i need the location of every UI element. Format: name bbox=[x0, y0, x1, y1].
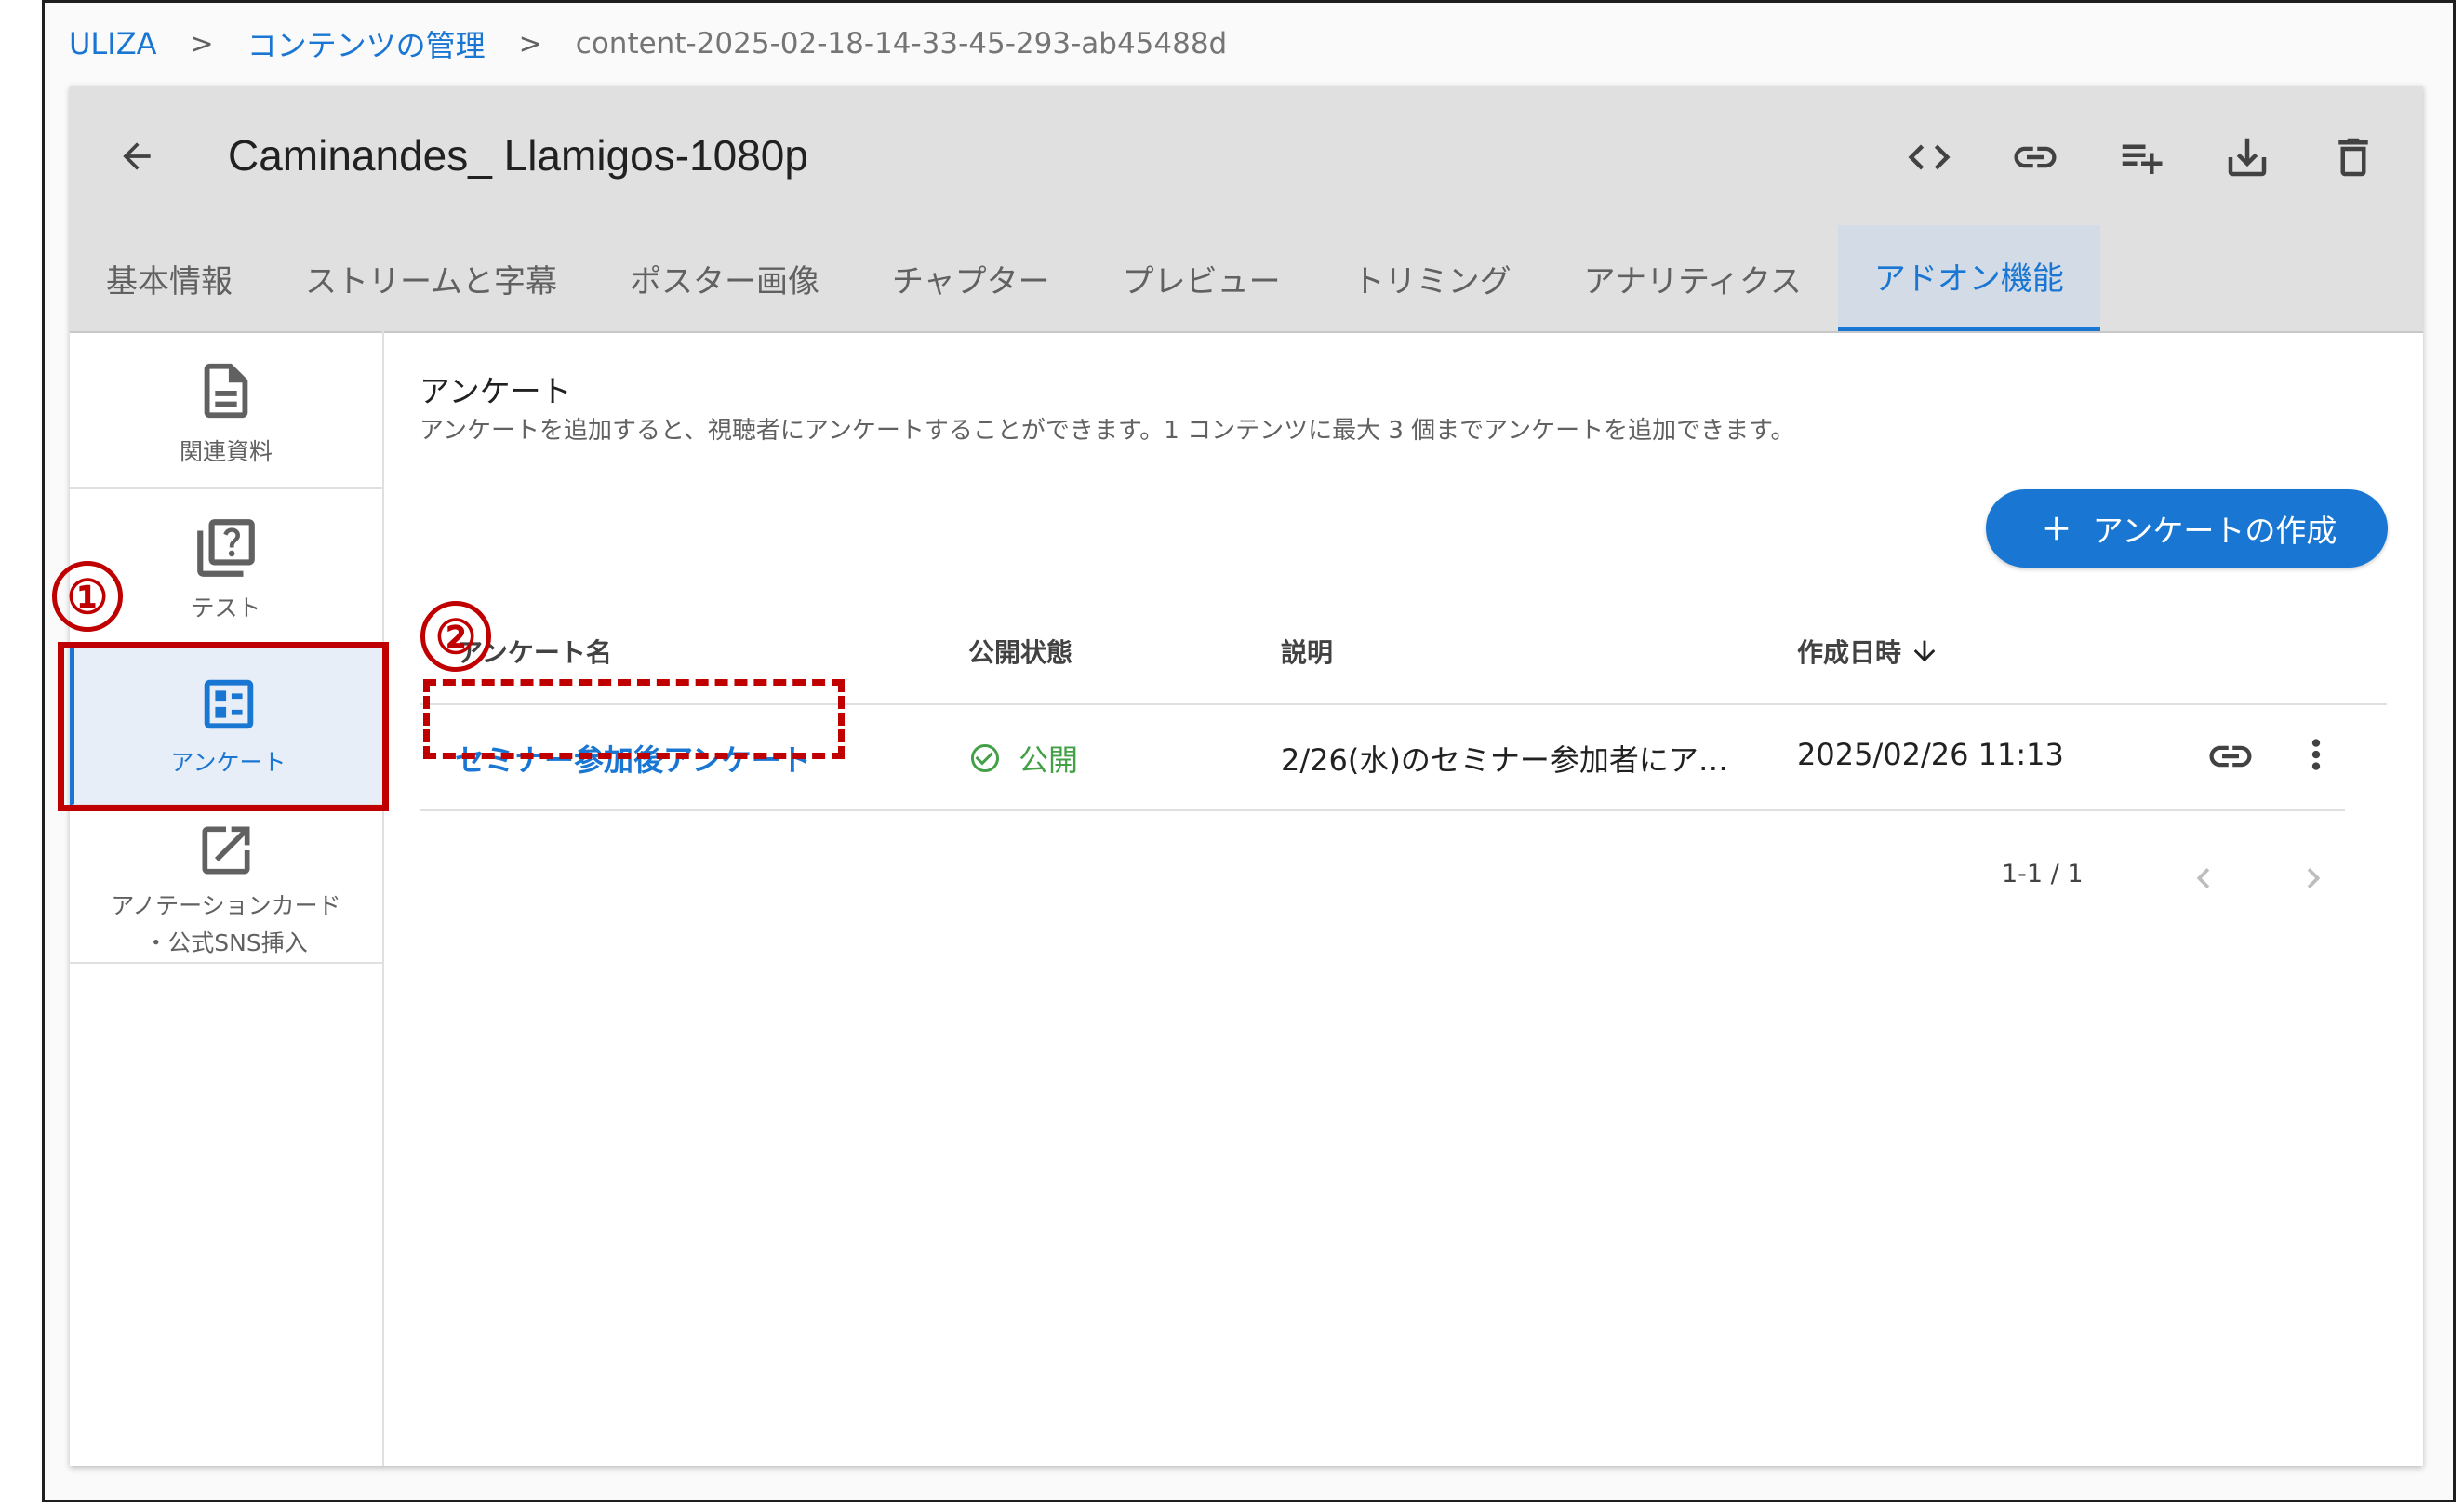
sidenav-item-label: 関連資料 bbox=[179, 438, 273, 465]
survey-status: 公開 bbox=[968, 737, 1078, 780]
breadcrumb-root-link[interactable]: ULIZA bbox=[69, 26, 157, 61]
quiz-icon bbox=[197, 519, 255, 577]
link-icon bbox=[2014, 146, 2057, 168]
breadcrumb: ULIZA > コンテンツの管理 > content-2025-02-18-14… bbox=[69, 20, 1227, 67]
tab-chapters[interactable]: チャプター bbox=[856, 225, 1086, 331]
breadcrumb-separator: > bbox=[190, 27, 214, 60]
check-circle-icon bbox=[971, 744, 999, 772]
download-button[interactable] bbox=[2215, 125, 2280, 190]
column-header-created[interactable]: 作成日時 bbox=[1797, 633, 1940, 670]
row-more-menu-button[interactable] bbox=[2293, 731, 2339, 778]
delete-button[interactable] bbox=[2321, 125, 2386, 190]
chevron-right-icon bbox=[2307, 868, 2321, 888]
create-survey-button[interactable]: アンケートの作成 bbox=[1986, 489, 2388, 568]
content-title: Caminandes_ Llamigos-1080p bbox=[228, 131, 808, 180]
column-header-description[interactable]: 説明 bbox=[1281, 633, 1333, 670]
sort-arrow-down-icon bbox=[1913, 640, 1936, 662]
delete-icon bbox=[2338, 138, 2368, 177]
column-header-status[interactable]: 公開状態 bbox=[968, 633, 1072, 670]
tab-addons[interactable]: アドオン機能 bbox=[1837, 225, 2100, 331]
survey-section: アンケート アンケートを追加すると、視聴者にアンケートすることができます。1 コ… bbox=[384, 331, 2423, 1466]
link-icon bbox=[2209, 745, 2252, 768]
copy-link-button[interactable] bbox=[2003, 125, 2068, 190]
breadcrumb-current: content-2025-02-18-14-33-45-293-ab45488d bbox=[575, 27, 1228, 60]
row-copy-link-button[interactable] bbox=[2205, 731, 2256, 781]
survey-created-date: 2025/02/26 11:13 bbox=[1797, 737, 2064, 772]
pagination-range: 1-1 / 1 bbox=[2002, 860, 2084, 888]
external-link-icon bbox=[202, 826, 250, 875]
content-detail-card: Caminandes_ Llamigos-1080p 基本情報 ストリームと字幕… bbox=[70, 86, 2423, 1466]
header-actions bbox=[1897, 125, 2386, 190]
sidenav-item-test[interactable]: テスト bbox=[70, 489, 382, 648]
next-page-button[interactable] bbox=[2287, 852, 2339, 904]
annotation-box-survey-nav bbox=[58, 642, 389, 811]
create-survey-label: アンケートの作成 bbox=[2092, 513, 2337, 549]
breadcrumb-separator: > bbox=[518, 27, 542, 60]
annotation-marker-1: ① bbox=[52, 561, 123, 632]
section-title: アンケート bbox=[420, 373, 572, 409]
content-tabs: 基本情報 ストリームと字幕 ポスター画像 チャプター プレビュー トリミング ア… bbox=[70, 225, 2100, 331]
more-vert-icon bbox=[2311, 739, 2321, 770]
chevron-left-icon bbox=[2196, 868, 2210, 888]
back-button[interactable] bbox=[107, 127, 166, 186]
section-description: アンケートを追加すると、視聴者にアンケートすることができます。1 コンテンツに最… bbox=[420, 417, 1795, 445]
breadcrumb-section-link[interactable]: コンテンツの管理 bbox=[247, 22, 486, 65]
back-arrow-icon bbox=[123, 142, 151, 170]
sidenav-item-label-line2: ・公式SNS挿入 bbox=[144, 929, 308, 956]
survey-description: 2/26(水)のセミナー参加者にア… bbox=[1281, 742, 1728, 778]
embed-code-button[interactable] bbox=[1897, 125, 1962, 190]
sidenav-item-label-line1: アノテーションカード bbox=[111, 892, 341, 919]
addon-sidenav: 関連資料 テスト アンケート アノテーションカード ・公式SNS挿入 bbox=[70, 331, 384, 1466]
tab-preview[interactable]: プレビュー bbox=[1086, 225, 1317, 331]
annotation-box-survey-name bbox=[423, 679, 845, 759]
tab-basic-info[interactable]: 基本情報 bbox=[70, 225, 269, 331]
plus-icon bbox=[2044, 516, 2068, 541]
tab-trimming[interactable]: トリミング bbox=[1317, 225, 1548, 331]
tab-analytics[interactable]: アナリティクス bbox=[1548, 225, 1838, 331]
card-header: Caminandes_ Llamigos-1080p 基本情報 ストリームと字幕… bbox=[70, 86, 2423, 333]
sidenav-item-materials[interactable]: 関連資料 bbox=[70, 331, 382, 489]
sidenav-item-label: テスト bbox=[191, 594, 261, 621]
status-label: 公開 bbox=[1019, 742, 1079, 778]
tab-poster-image[interactable]: ポスター画像 bbox=[593, 225, 856, 331]
code-icon bbox=[1908, 144, 1951, 170]
pagination: 1-1 / 1 bbox=[420, 841, 2345, 915]
prev-page-button[interactable] bbox=[2178, 852, 2230, 904]
sidenav-item-annotation[interactable]: アノテーションカード ・公式SNS挿入 bbox=[70, 806, 382, 964]
tab-streams-subtitles[interactable]: ストリームと字幕 bbox=[269, 225, 593, 331]
download-icon bbox=[2228, 138, 2267, 177]
column-header-created-label: 作成日時 bbox=[1797, 637, 1902, 668]
add-to-playlist-button[interactable] bbox=[2109, 125, 2174, 190]
annotation-marker-2: ② bbox=[420, 601, 491, 672]
playlist-add-icon bbox=[2122, 144, 2163, 174]
document-icon bbox=[204, 363, 248, 419]
